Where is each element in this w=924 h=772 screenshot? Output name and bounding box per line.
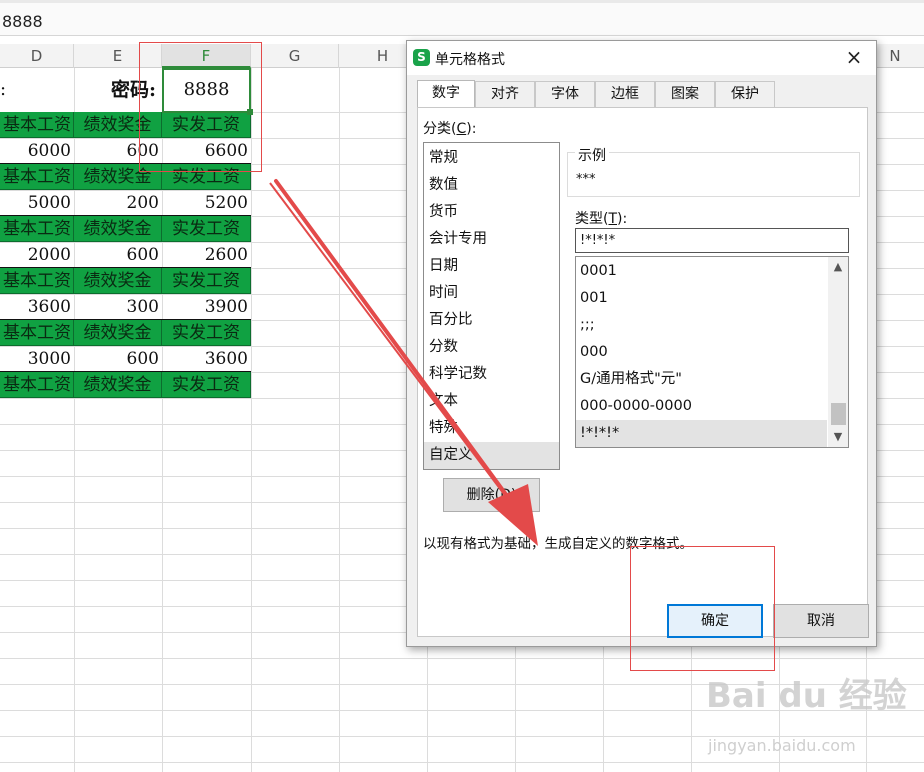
table-cell[interactable]: 2600	[162, 242, 251, 268]
type-input[interactable]	[575, 228, 849, 253]
header-base-salary: 基本工资	[0, 112, 74, 138]
list-item[interactable]: 文本	[424, 388, 559, 415]
formula-bar[interactable]: 8888	[0, 0, 924, 36]
table-cell[interactable]: 3900	[162, 294, 251, 320]
list-item[interactable]: 分数	[424, 334, 559, 361]
category-list[interactable]: 常规 数值 货币 会计专用 日期 时间 百分比 分数 科学记数 文本 特殊 自定…	[423, 142, 560, 470]
formula-bar-value: 8888	[2, 12, 43, 31]
table-cell[interactable]: 5000	[0, 190, 74, 216]
format-code-list[interactable]: 0001 001 ;;; 000 G/通用格式"元" 000-0000-0000…	[575, 256, 849, 448]
column-header-g[interactable]: G	[251, 44, 339, 68]
list-item[interactable]: 百分比	[424, 307, 559, 334]
close-icon[interactable]: ×	[842, 45, 866, 69]
tab-number[interactable]: 数字	[417, 80, 475, 107]
type-label: 类型(T):	[575, 211, 628, 227]
list-item[interactable]: 会计专用	[424, 226, 559, 253]
list-item[interactable]: 科学记数	[424, 361, 559, 388]
list-item[interactable]: G/通用格式"元"	[576, 366, 827, 393]
header-bonus: 绩效奖金	[74, 372, 162, 398]
header-net-pay: 实发工资	[162, 268, 251, 294]
list-item[interactable]: 000-0000-0000	[576, 393, 827, 420]
header-net-pay: 实发工资	[162, 320, 251, 346]
list-item[interactable]: 数值	[424, 172, 559, 199]
tab-pattern[interactable]: 图案	[655, 81, 715, 107]
header-base-salary: 基本工资	[0, 320, 74, 346]
cancel-button[interactable]: 取消	[773, 604, 869, 638]
scrollbar-thumb[interactable]	[831, 403, 846, 425]
list-item[interactable]: 货币	[424, 199, 559, 226]
header-bonus: 绩效奖金	[74, 268, 162, 294]
tab-protection[interactable]: 保护	[715, 81, 775, 107]
table-cell[interactable]: 5200	[162, 190, 251, 216]
watermark-url: jingyan.baidu.com	[708, 736, 856, 755]
tab-alignment[interactable]: 对齐	[475, 81, 535, 107]
dialog-title: 单元格格式	[435, 52, 505, 68]
list-item-selected[interactable]: 自定义	[424, 442, 559, 469]
list-item[interactable]: 0001	[576, 258, 827, 285]
annotation-box-ok	[630, 546, 775, 671]
delete-button[interactable]: 删除(D)	[443, 478, 540, 512]
annotation-box-password	[139, 42, 262, 172]
spreadsheet-window: 8888 D E F G H N: 密码: 8888 基本工资 绩效奖金 实发…	[0, 0, 924, 772]
sample-group	[567, 152, 860, 197]
table-cell[interactable]: 3600	[162, 346, 251, 372]
column-header-d[interactable]: D	[0, 44, 74, 68]
header-net-pay: 实发工资	[162, 216, 251, 242]
table-cell[interactable]: 3600	[0, 294, 74, 320]
header-base-salary: 基本工资	[0, 164, 74, 190]
sample-title: 示例	[575, 145, 609, 165]
format-list-scrollbar[interactable]: ▲ ▼	[828, 257, 848, 447]
list-item[interactable]: 常规	[424, 145, 559, 172]
header-base-salary: 基本工资	[0, 268, 74, 294]
table-cell[interactable]: 300	[74, 294, 162, 320]
list-item[interactable]: 特殊	[424, 415, 559, 442]
wps-app-icon: S	[413, 49, 430, 66]
header-base-salary: 基本工资	[0, 216, 74, 242]
table-cell[interactable]: 3000	[0, 346, 74, 372]
list-item[interactable]: 日期	[424, 253, 559, 280]
header-bonus: 绩效奖金	[74, 320, 162, 346]
sample-value: ***	[576, 172, 596, 187]
scroll-down-icon[interactable]: ▼	[828, 427, 848, 447]
list-item[interactable]: 001	[576, 285, 827, 312]
tab-border[interactable]: 边框	[595, 81, 655, 107]
dialog-title-bar[interactable]: S 单元格格式 ×	[407, 41, 876, 75]
list-item-selected[interactable]: !*!*!*	[576, 420, 827, 447]
list-item[interactable]: 000	[576, 339, 827, 366]
table-cell[interactable]: 600	[74, 242, 162, 268]
header-net-pay: 实发工资	[162, 372, 251, 398]
list-item[interactable]: ;;;	[576, 312, 827, 339]
category-label: 分类(C):	[423, 121, 477, 137]
table-cell[interactable]: 200	[74, 190, 162, 216]
header-base-salary: 基本工资	[0, 372, 74, 398]
tab-font[interactable]: 字体	[535, 81, 595, 107]
table-cell[interactable]: 600	[74, 346, 162, 372]
list-item[interactable]: 时间	[424, 280, 559, 307]
table-cell[interactable]: 2000	[0, 242, 74, 268]
table-cell[interactable]: 6000	[0, 138, 74, 164]
scroll-up-icon[interactable]: ▲	[828, 257, 848, 277]
watermark-logo: Bai du 经验	[706, 676, 907, 716]
header-bonus: 绩效奖金	[74, 216, 162, 242]
truncated-cell-c1: :	[0, 79, 7, 100]
